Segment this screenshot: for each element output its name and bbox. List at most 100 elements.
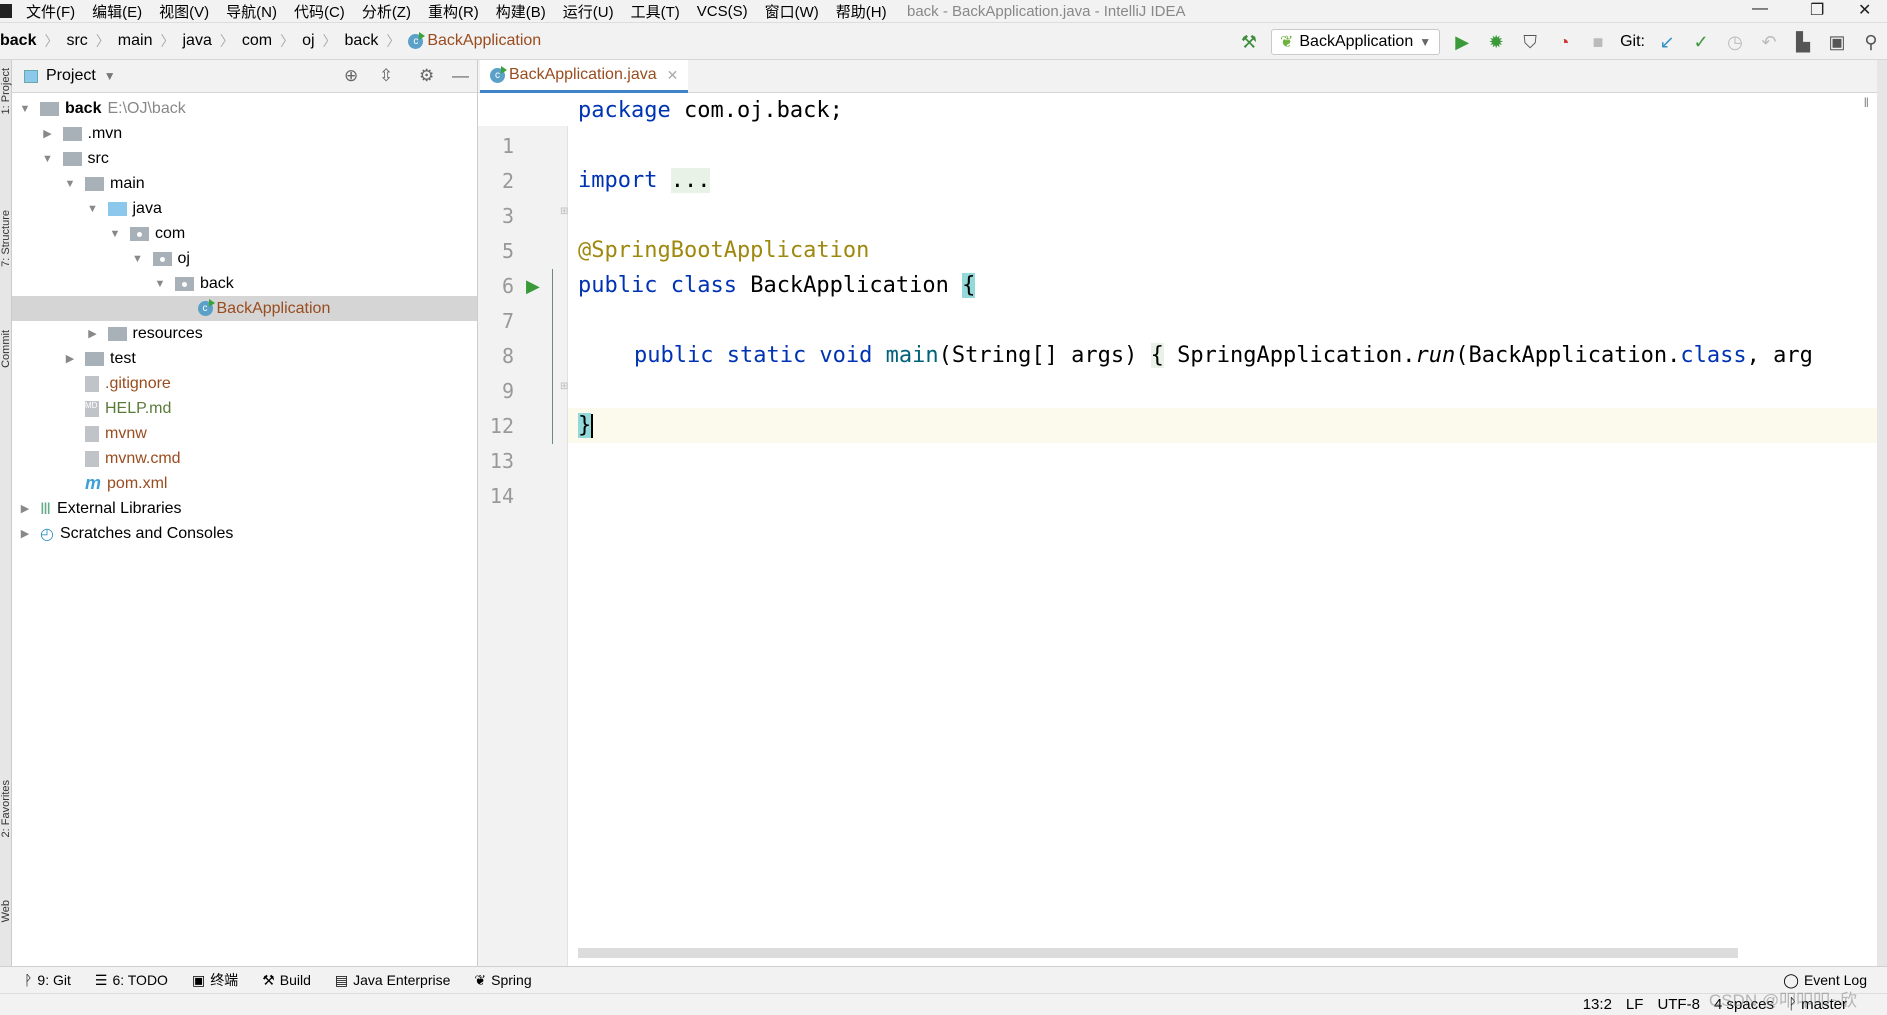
caret-position[interactable]: 13:2 bbox=[1583, 996, 1612, 1013]
inspection-status-icon[interactable]: ‖ bbox=[1864, 95, 1869, 110]
close-tab-icon[interactable]: ✕ bbox=[667, 67, 679, 84]
expand-arrow-icon[interactable]: ▶ bbox=[86, 327, 100, 340]
tool-build[interactable]: ⚒ Build bbox=[262, 972, 311, 989]
menu-run[interactable]: 运行(U) bbox=[563, 1, 614, 22]
tool-todo[interactable]: ☰ 6: TODO bbox=[95, 972, 168, 989]
menu-build[interactable]: 构建(B) bbox=[496, 1, 546, 22]
tree-item[interactable]: ▼ src bbox=[12, 146, 477, 171]
menu-edit[interactable]: 编辑(E) bbox=[92, 1, 142, 22]
expand-arrow-icon[interactable]: ▶ bbox=[41, 127, 55, 140]
expand-arrow-icon[interactable]: ▼ bbox=[131, 253, 145, 265]
menu-code[interactable]: 代码(C) bbox=[294, 1, 345, 22]
hide-minimize-icon[interactable]: — bbox=[452, 66, 469, 86]
line-separator[interactable]: LF bbox=[1626, 996, 1644, 1013]
stripe-web[interactable]: Web bbox=[0, 900, 12, 922]
expand-arrow-icon[interactable]: ▶ bbox=[63, 352, 77, 365]
tree-item[interactable]: ▼ main bbox=[12, 171, 477, 196]
tree-item[interactable]: ▼ oj bbox=[12, 246, 477, 271]
tool-git[interactable]: ᚹ 9: Git bbox=[24, 972, 71, 988]
tree-item[interactable]: c BackApplication bbox=[12, 296, 477, 321]
fold-icon[interactable]: ⊞ bbox=[560, 381, 568, 392]
expand-arrow-icon[interactable]: ▼ bbox=[18, 103, 32, 115]
menu-refactor[interactable]: 重构(R) bbox=[428, 1, 479, 22]
tree-item[interactable]: ▶ ◴ Scratches and Consoles bbox=[12, 521, 477, 546]
fold-icon[interactable]: ⊞ bbox=[560, 206, 568, 217]
tree-item-label: main bbox=[110, 174, 145, 192]
profile-icon[interactable]: ◔ bbox=[1552, 32, 1576, 53]
menu-vcs[interactable]: VCS(S) bbox=[697, 3, 748, 20]
tree-item[interactable]: m pom.xml bbox=[12, 471, 477, 496]
tree-item[interactable]: ▼ back bbox=[12, 271, 477, 296]
run-gutter-icon[interactable]: ▶ bbox=[526, 276, 540, 297]
expand-arrow-icon[interactable]: ▼ bbox=[41, 153, 55, 165]
tool-terminal[interactable]: ▣ 终端 bbox=[192, 970, 238, 990]
coverage-icon[interactable]: ⛉ bbox=[1518, 32, 1542, 53]
tab-backapplication-java[interactable]: c BackApplication.java ✕ bbox=[480, 60, 689, 93]
stripe-project[interactable]: 1: Project bbox=[0, 68, 12, 114]
search-icon[interactable]: ⚲ bbox=[1859, 32, 1883, 53]
expand-arrow-icon[interactable]: ▶ bbox=[18, 527, 32, 540]
restore-button[interactable]: ❐ bbox=[1810, 0, 1824, 20]
stop-icon[interactable]: ■ bbox=[1586, 32, 1610, 53]
tool-java-enterprise[interactable]: ▤ Java Enterprise bbox=[335, 972, 451, 989]
window-title: back - BackApplication.java - IntelliJ I… bbox=[907, 2, 1186, 20]
crumb-back-pkg[interactable]: back bbox=[345, 32, 379, 50]
tree-item[interactable]: ▼ back E:\OJ\back bbox=[12, 96, 477, 121]
expand-arrow-icon[interactable]: ▼ bbox=[153, 278, 167, 290]
menu-tools[interactable]: 工具(T) bbox=[631, 1, 680, 22]
run-icon[interactable]: ▶ bbox=[1450, 32, 1474, 53]
menu-view[interactable]: 视图(V) bbox=[159, 1, 209, 22]
crumb-class[interactable]: BackApplication bbox=[427, 32, 541, 50]
chevron-down-icon[interactable]: ▼ bbox=[104, 69, 116, 83]
menu-analyze[interactable]: 分析(Z) bbox=[362, 1, 411, 22]
close-button[interactable]: ✕ bbox=[1858, 0, 1871, 20]
project-panel-header: Project ▼ ⊕ ⇳ ⚙ — bbox=[12, 60, 477, 93]
expand-arrow-icon[interactable]: ▶ bbox=[18, 502, 32, 515]
tree-item[interactable]: ▶ resources bbox=[12, 321, 477, 346]
minimize-button[interactable]: — bbox=[1752, 0, 1768, 18]
run-configuration-select[interactable]: ❦ BackApplication ▼ bbox=[1270, 29, 1441, 55]
stripe-commit[interactable]: Commit bbox=[0, 330, 12, 368]
git-commit-check-icon[interactable]: ✓ bbox=[1689, 32, 1713, 53]
crumb-back[interactable]: back bbox=[0, 32, 36, 50]
crumb-java[interactable]: java bbox=[182, 32, 211, 50]
git-rollback-icon[interactable]: ↶ bbox=[1757, 32, 1781, 53]
crumb-src[interactable]: src bbox=[66, 32, 87, 50]
expand-arrow-icon[interactable]: ▼ bbox=[63, 178, 77, 190]
menu-help[interactable]: 帮助(H) bbox=[836, 1, 887, 22]
crumb-main[interactable]: main bbox=[118, 32, 153, 50]
crumb-com[interactable]: com bbox=[242, 32, 272, 50]
debug-bug-icon[interactable]: ✹ bbox=[1484, 32, 1508, 53]
menu-file[interactable]: 文件(F) bbox=[26, 1, 75, 22]
tree-item[interactable]: MD HELP.md bbox=[12, 396, 477, 421]
project-view-select[interactable]: Project bbox=[46, 67, 96, 85]
file-encoding[interactable]: UTF-8 bbox=[1657, 996, 1700, 1013]
stripe-structure[interactable]: 7: Structure bbox=[0, 210, 12, 267]
menu-window[interactable]: 窗口(W) bbox=[765, 1, 819, 22]
stripe-favorites[interactable]: 2: Favorites bbox=[0, 780, 12, 837]
code-editor[interactable]: 1 2 3 5 6 7 8 9 12 13 14 ▶ ⊞ ⊞ package com.oj.back… bbox=[478, 93, 1877, 999]
folder-icon bbox=[62, 126, 82, 141]
expand-arrow-icon[interactable]: ▼ bbox=[108, 228, 122, 240]
tree-item[interactable]: ▼ com bbox=[12, 221, 477, 246]
tree-item[interactable]: ▶ test bbox=[12, 346, 477, 371]
git-update-icon[interactable]: ↙ bbox=[1655, 32, 1679, 53]
gear-icon[interactable]: ⚙ bbox=[419, 66, 434, 86]
run-anything-icon[interactable]: ▣ bbox=[1825, 32, 1849, 53]
tree-item[interactable]: ▶ .mvn bbox=[12, 121, 477, 146]
locate-crosshair-icon[interactable]: ⊕ bbox=[344, 66, 358, 86]
menu-navigate[interactable]: 导航(N) bbox=[226, 1, 277, 22]
tree-item[interactable]: ▶ Ⅲ External Libraries bbox=[12, 496, 477, 521]
tree-item[interactable]: .gitignore bbox=[12, 371, 477, 396]
expand-arrow-icon[interactable]: ▼ bbox=[86, 203, 100, 215]
collapse-all-icon[interactable]: ⇳ bbox=[379, 66, 393, 86]
tool-spring[interactable]: ❦ Spring bbox=[474, 972, 531, 989]
project-structure-icon[interactable]: ▙ bbox=[1791, 32, 1815, 53]
build-hammer-icon[interactable]: ⚒ bbox=[1237, 32, 1261, 53]
tree-item[interactable]: mvnw.cmd bbox=[12, 446, 477, 471]
git-history-icon[interactable]: ◷ bbox=[1723, 32, 1747, 53]
tree-item[interactable]: mvnw bbox=[12, 421, 477, 446]
tree-item[interactable]: ▼ java bbox=[12, 196, 477, 221]
crumb-oj[interactable]: oj bbox=[302, 32, 314, 50]
horizontal-scrollbar[interactable] bbox=[578, 948, 1738, 958]
